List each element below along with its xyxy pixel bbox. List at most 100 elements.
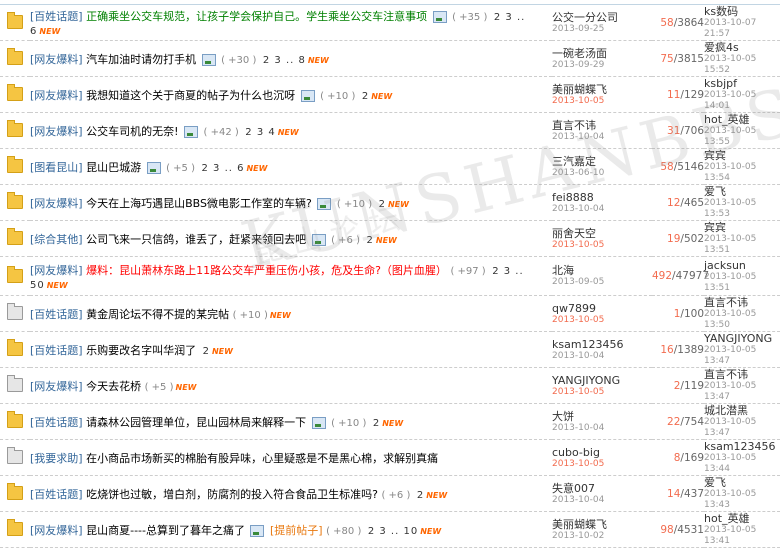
last-post-time[interactable]: 2013-10-05 13:51 (704, 234, 780, 256)
author-link[interactable]: 公交一分公司 (552, 11, 652, 24)
thread-subject-link[interactable]: 请森林公园管理单位，昆山园林局来解释一下 (86, 416, 306, 429)
page-links[interactable]: 2 3 .. 6 (202, 163, 245, 174)
thread-subject-link[interactable]: 今天去花桥 (86, 380, 141, 393)
page-links[interactable]: 2 3 .. 8 (263, 55, 306, 66)
folder-icon[interactable] (7, 375, 23, 392)
thread-category-link[interactable]: [网友爆料] (30, 125, 83, 138)
thread-category-link[interactable]: [网友爆料] (30, 89, 83, 102)
last-post-time[interactable]: 2013-10-07 21:57 (704, 18, 780, 40)
thread-subject-link[interactable]: 汽车加油时请勿打手机 (86, 53, 196, 66)
last-post-user-link[interactable]: ksam123456 (704, 440, 780, 453)
thread-category-link[interactable]: [百姓话题] (30, 308, 83, 321)
folder-icon[interactable] (7, 156, 23, 173)
thread-category-link[interactable]: [综合其他] (30, 233, 83, 246)
thread-subject-link[interactable]: 在小商品市场新买的棉胎有股异味，心里疑惑是不是黑心棉，求解别真痛 (86, 452, 438, 465)
thread-subject-link[interactable]: 昆山商夏----总算到了暮年之痛了 (86, 524, 245, 537)
author-link[interactable]: 北海 (552, 264, 652, 277)
last-post-time[interactable]: 2013-10-05 13:54 (704, 162, 780, 184)
table-row: [百姓话题] 黄金周论坛不得不提的某完帖 ( +10 ) NEW qw7899 201… (0, 295, 780, 332)
last-post-time[interactable]: 2013-10-05 13:44 (704, 453, 780, 475)
last-post-time[interactable]: 2013-10-05 13:47 (704, 345, 780, 367)
author-link[interactable]: cubo-big (552, 446, 652, 459)
last-post-user-link[interactable]: jacksun (704, 259, 780, 272)
thread-subject-link[interactable]: 昆山巴城游 (86, 161, 141, 174)
page-links[interactable]: 2 3 4 (245, 127, 275, 138)
folder-icon[interactable] (7, 519, 23, 536)
folder-icon[interactable] (7, 265, 23, 283)
page-links[interactable]: 2 (203, 346, 210, 357)
folder-icon[interactable] (7, 84, 23, 101)
last-post-time[interactable]: 2013-10-05 15:52 (704, 54, 780, 76)
last-post-user-link[interactable]: 直言不讳 (704, 368, 780, 381)
last-post-user-link[interactable]: hot_英雄 (704, 113, 780, 126)
thread-category-link[interactable]: [网友爆料] (30, 264, 83, 277)
author-link[interactable]: qw7899 (552, 302, 652, 315)
author-link[interactable]: YANGJIYONG (552, 374, 652, 387)
author-link[interactable]: fei8888 (552, 191, 652, 204)
folder-icon[interactable] (7, 228, 23, 245)
last-post-time[interactable]: 2013-10-05 13:43 (704, 489, 780, 511)
author-link[interactable]: 失意007 (552, 482, 652, 495)
author-link[interactable]: 丽舍天空 (552, 227, 652, 240)
last-post-user-link[interactable]: 宾宾 (704, 149, 780, 162)
last-post-time[interactable]: 2013-10-05 13:47 (704, 417, 780, 439)
thread-subject-link[interactable]: 正确乘坐公交车规范，让孩子学会保护自己。学生乘坐公交车注意事项 (86, 10, 427, 23)
folder-icon[interactable] (7, 48, 23, 65)
author-link[interactable]: 美丽蝴蝶飞 (552, 83, 652, 96)
page-links[interactable]: 2 (362, 91, 369, 102)
thread-category-link[interactable]: [百姓话题] (30, 10, 83, 23)
last-post-user-link[interactable]: 爱飞 (704, 476, 780, 489)
folder-icon[interactable] (7, 483, 23, 500)
thread-category-link[interactable]: [百姓话题] (30, 344, 83, 357)
folder-icon[interactable] (7, 192, 23, 209)
author-link[interactable]: 直言不讳 (552, 119, 652, 132)
thread-subject-link[interactable]: 我想知道这个关于商夏的帖子为什么也沉呀 (86, 89, 295, 102)
folder-icon[interactable] (7, 12, 23, 29)
last-post-user-link[interactable]: YANGJIYONG (704, 332, 780, 345)
last-post-time[interactable]: 2013-10-05 13:50 (704, 309, 780, 331)
last-post-time[interactable]: 2013-10-05 13:53 (704, 198, 780, 220)
thread-subject-link[interactable]: 乐购要改名字叫华润了 (86, 344, 196, 357)
page-links[interactable]: 2 (417, 490, 424, 501)
folder-icon[interactable] (7, 303, 23, 320)
thread-category-link[interactable]: [百姓话题] (30, 488, 83, 501)
last-post-user-link[interactable]: 宾宾 (704, 221, 780, 234)
author-link[interactable]: ksam123456 (552, 338, 652, 351)
thread-category-link[interactable]: [图看昆山] (30, 161, 83, 174)
last-post-time[interactable]: 2013-10-05 14:01 (704, 90, 780, 112)
thread-category-link[interactable]: [网友爆料] (30, 197, 83, 210)
page-links[interactable]: 2 (367, 235, 374, 246)
author-link[interactable]: 三汽嘉定 (552, 155, 652, 168)
thread-subject-link[interactable]: 公司飞来一只信鸽，谁丢了，赶紧来领回去吧 (86, 233, 306, 246)
thread-subject-link[interactable]: 今天在上海巧遇昆山BBS微电影工作室的车辆? (86, 197, 312, 210)
last-post-time[interactable]: 2013-10-05 13:55 (704, 126, 780, 148)
folder-icon[interactable] (7, 339, 23, 356)
page-links[interactable]: 2 (373, 418, 380, 429)
page-links[interactable]: 2 (379, 199, 386, 210)
thread-category-link[interactable]: [我要求助] (30, 452, 83, 465)
thread-category-link[interactable]: [网友爆料] (30, 524, 83, 537)
last-post-user-link[interactable]: hot_英雄 (704, 512, 780, 525)
author-link[interactable]: 美丽蝴蝶飞 (552, 518, 652, 531)
author-link[interactable]: 大饼 (552, 410, 652, 423)
thread-subject-link[interactable]: 黄金周论坛不得不提的某完帖 (86, 308, 229, 321)
last-post-user-link[interactable]: ksbjpf (704, 77, 780, 90)
folder-icon[interactable] (7, 447, 23, 464)
last-post-user-link[interactable]: 爱疯4s (704, 41, 780, 54)
last-post-user-link[interactable]: 直言不讳 (704, 296, 780, 309)
last-post-user-link[interactable]: 城北潜黑 (704, 404, 780, 417)
thread-subject-link[interactable]: 公交车司机的无奈! (86, 125, 178, 138)
last-post-user-link[interactable]: 爱飞 (704, 185, 780, 198)
last-post-user-link[interactable]: ks数码 (704, 5, 780, 18)
last-post-time[interactable]: 2013-10-05 13:51 (704, 272, 780, 294)
thread-subject-link[interactable]: 爆料：昆山萧林东路上11路公交车严重压伤小孩，危及生命?（图片血腥） (86, 264, 447, 277)
thread-category-link[interactable]: [网友爆料] (30, 53, 83, 66)
thread-category-link[interactable]: [网友爆料] (30, 380, 83, 393)
author-link[interactable]: 一碗老汤面 (552, 47, 652, 60)
thread-subject-link[interactable]: 吃烧饼也过敏，增白剂，防腐剂的投入符合食品卫生标准吗? (86, 488, 378, 501)
thread-category-link[interactable]: [百姓话题] (30, 416, 83, 429)
folder-icon[interactable] (7, 120, 23, 137)
last-post-time[interactable]: 2013-10-05 13:47 (704, 381, 780, 403)
page-links[interactable]: 2 3 .. 10 (368, 526, 418, 537)
last-post-time[interactable]: 2013-10-05 13:41 (704, 525, 780, 547)
